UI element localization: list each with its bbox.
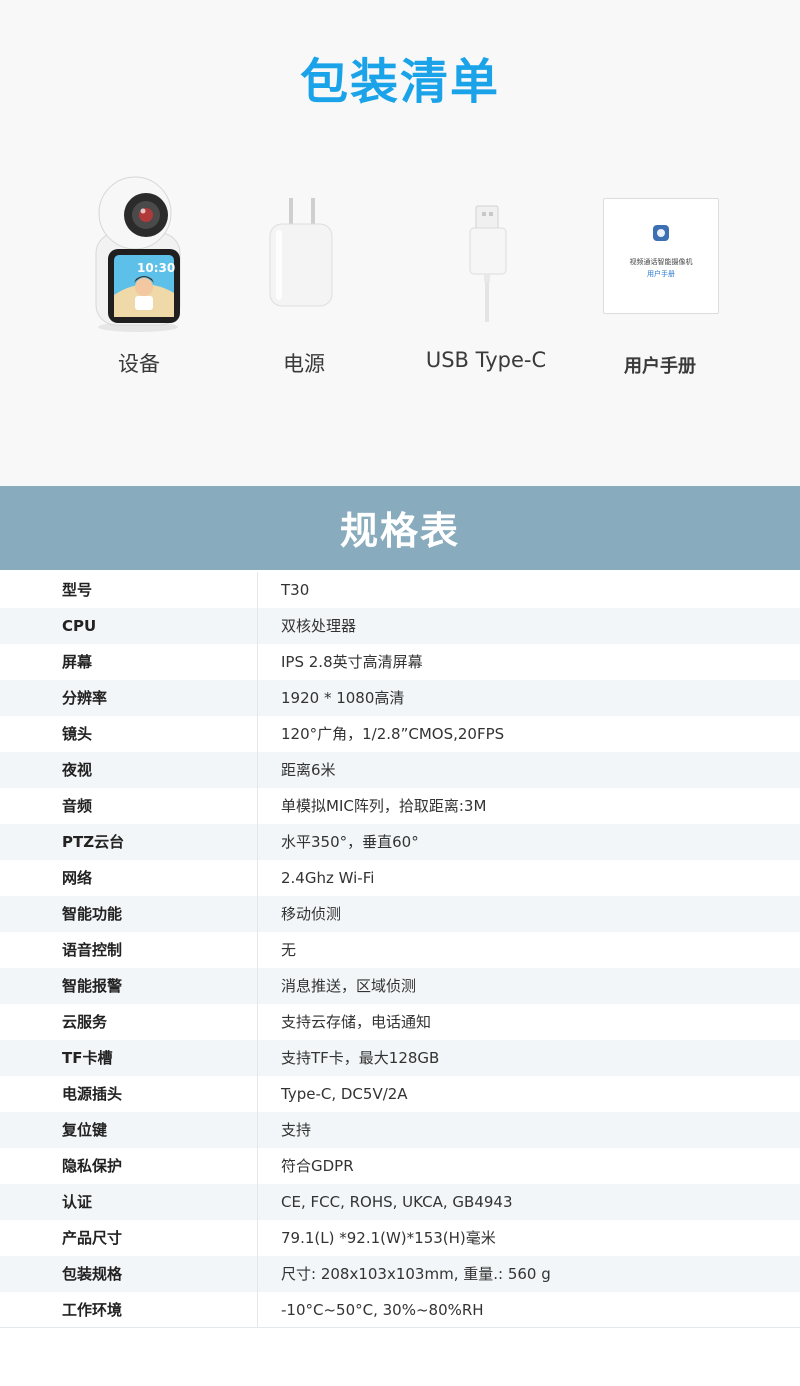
item-label-manual: 用户手册 — [624, 356, 696, 377]
usb-cable-image — [460, 204, 512, 326]
table-row: 智能报警 消息推送，区域侦测 — [0, 968, 800, 1004]
spec-key: 认证 — [62, 1193, 93, 1211]
power-adapter-icon — [269, 198, 333, 307]
item-label-usb: USB Type-C — [425, 348, 547, 372]
manual-title-text: 视频通话智能摄像机 — [629, 258, 693, 266]
table-row: 语音控制 无 — [0, 932, 800, 968]
spec-value: 无 — [281, 941, 297, 959]
manual-subtitle-text: 用户手册 — [647, 270, 675, 278]
spec-value: 距离6米 — [281, 761, 336, 779]
table-row: 包装规格 尺寸: 208x103x103mm, 重量.: 560 g — [0, 1256, 800, 1292]
spec-key: 复位键 — [62, 1121, 108, 1139]
spec-value: 移动侦测 — [281, 905, 342, 923]
spec-value: T30 — [281, 581, 310, 599]
spec-key: 包装规格 — [62, 1265, 123, 1283]
spec-key: TF卡槽 — [62, 1049, 113, 1067]
packing-list-section: 包装清单 10:30 设备 电源 USB Type-C 视频通话智能摄像机 用户… — [0, 0, 800, 486]
table-row: 云服务 支持云存储，电话通知 — [0, 1004, 800, 1040]
spec-title: 规格表 — [339, 509, 460, 553]
table-bottom-border — [0, 1327, 800, 1328]
spec-key: 音频 — [62, 797, 93, 815]
spec-key: 网络 — [62, 869, 93, 887]
spec-key: 镜头 — [62, 725, 93, 743]
table-row: 产品尺寸 79.1(L) *92.1(W)*153(H)毫米 — [0, 1220, 800, 1256]
device-image: 10:30 — [88, 175, 188, 335]
spec-key: 屏幕 — [62, 653, 93, 671]
device-screen-time: 10:30 — [137, 261, 176, 275]
spec-value: 水平350°，垂直60° — [281, 833, 419, 851]
table-row: 复位键 支持 — [0, 1112, 800, 1148]
spec-key: 云服务 — [62, 1013, 108, 1031]
user-manual-image: 视频通话智能摄像机 用户手册 — [603, 198, 719, 314]
table-row: 隐私保护 符合GDPR — [0, 1148, 800, 1184]
spec-value: 支持 — [281, 1121, 312, 1139]
usb-cable-icon — [469, 205, 507, 322]
spec-value: IPS 2.8英寸高清屏幕 — [281, 653, 423, 671]
spec-key: 智能报警 — [62, 977, 123, 995]
spec-value: 79.1(L) *92.1(W)*153(H)毫米 — [281, 1229, 496, 1247]
spec-value: 双核处理器 — [281, 617, 357, 635]
spec-key: CPU — [62, 617, 97, 635]
table-row: 屏幕 IPS 2.8英寸高清屏幕 — [0, 644, 800, 680]
table-row: 型号 T30 — [0, 572, 800, 608]
spec-value: CE, FCC, ROHS, UKCA, GB4943 — [281, 1193, 513, 1211]
table-row: 认证 CE, FCC, ROHS, UKCA, GB4943 — [0, 1184, 800, 1220]
table-row: PTZ云台 水平350°，垂直60° — [0, 824, 800, 860]
spec-value: Type-C, DC5V/2A — [281, 1085, 408, 1103]
packing-list-title: 包装清单 — [299, 54, 500, 110]
spec-key: 夜视 — [62, 761, 93, 779]
table-row: 夜视 距离6米 — [0, 752, 800, 788]
table-row: TF卡槽 支持TF卡，最大128GB — [0, 1040, 800, 1076]
spec-value: 消息推送，区域侦测 — [281, 977, 417, 995]
spec-value: 支持云存储，电话通知 — [281, 1013, 432, 1031]
spec-value: 符合GDPR — [281, 1157, 354, 1175]
spec-value: 尺寸: 208x103x103mm, 重量.: 560 g — [281, 1265, 551, 1283]
table-row: 电源插头 Type-C, DC5V/2A — [0, 1076, 800, 1112]
spec-value: 120°广角，1/2.8”CMOS,20FPS — [281, 725, 505, 743]
spec-value: 2.4Ghz Wi-Fi — [281, 869, 375, 887]
spec-key: 电源插头 — [62, 1085, 123, 1103]
table-divider — [257, 572, 258, 1328]
table-row: 网络 2.4Ghz Wi-Fi — [0, 860, 800, 896]
table-row: 智能功能 移动侦测 — [0, 896, 800, 932]
spec-key: 产品尺寸 — [62, 1229, 123, 1247]
spec-key: 智能功能 — [62, 905, 123, 923]
table-row: 音频 单模拟MIC阵列，拾取距离:3M — [0, 788, 800, 824]
table-row: CPU 双核处理器 — [0, 608, 800, 644]
spec-banner: 规格表 — [0, 486, 800, 570]
table-row: 分辨率 1920 * 1080高清 — [0, 680, 800, 716]
spec-key: 分辨率 — [62, 689, 108, 707]
manual-logo-icon — [653, 225, 669, 241]
spec-key: 语音控制 — [62, 941, 123, 959]
spec-value: 单模拟MIC阵列，拾取距离:3M — [281, 797, 487, 815]
spec-value: -10°C~50°C, 30%~80%RH — [281, 1301, 484, 1319]
spec-key: 工作环境 — [62, 1301, 123, 1319]
power-adapter-image — [262, 192, 342, 312]
item-label-device: 设备 — [118, 352, 160, 376]
spec-key: 型号 — [62, 581, 93, 599]
table-row: 镜头 120°广角，1/2.8”CMOS,20FPS — [0, 716, 800, 752]
spec-value: 支持TF卡，最大128GB — [281, 1049, 440, 1067]
camera-device-icon — [95, 176, 181, 332]
table-row: 工作环境 -10°C~50°C, 30%~80%RH — [0, 1292, 800, 1328]
item-label-power: 电源 — [283, 352, 325, 376]
spec-value: 1920 * 1080高清 — [281, 689, 405, 707]
spec-key: 隐私保护 — [62, 1157, 123, 1175]
spec-key: PTZ云台 — [62, 833, 125, 851]
spec-table: 型号 T30 CPU 双核处理器 屏幕 IPS 2.8英寸高清屏幕 分辨率 1920 *… — [0, 572, 800, 1328]
